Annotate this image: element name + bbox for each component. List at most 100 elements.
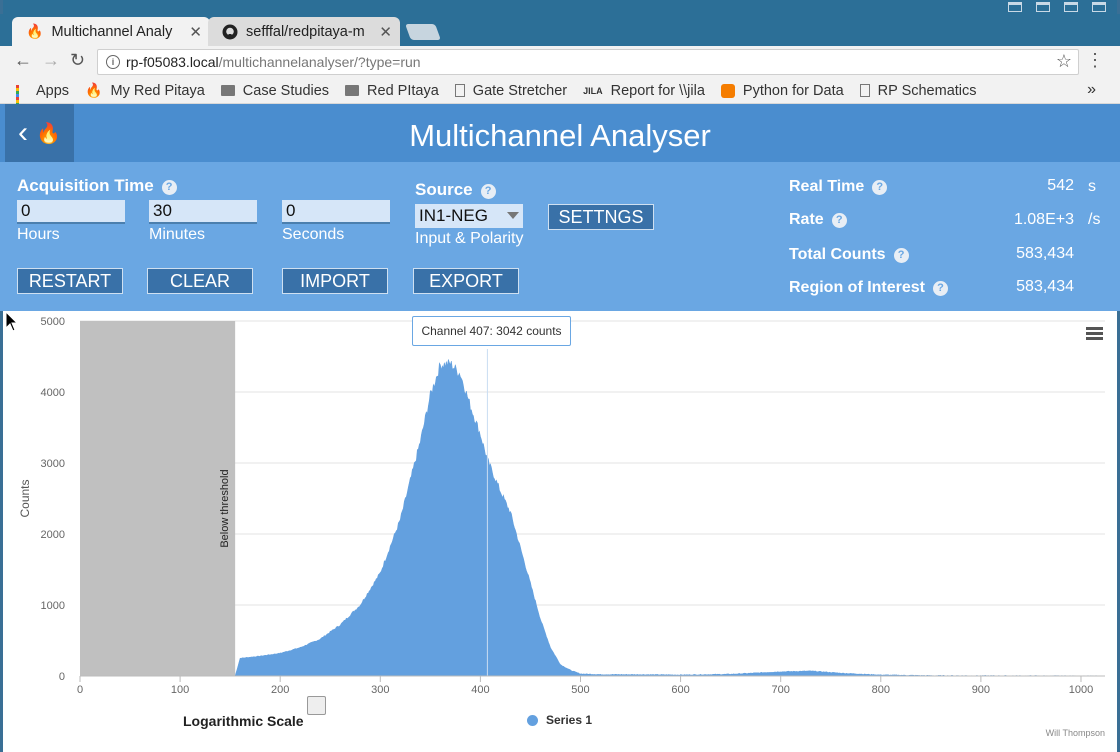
source-heading: Source? — [415, 180, 496, 200]
x-tick-label: 200 — [271, 684, 289, 696]
control-panel: Acquisition Time? Hours Minutes Seconds … — [0, 162, 1120, 311]
help-icon[interactable]: ? — [893, 248, 909, 263]
minutes-input[interactable] — [149, 200, 257, 224]
close-tab-icon[interactable]: ✕ — [189, 23, 202, 41]
x-tick-label: 600 — [671, 684, 689, 696]
export-button[interactable]: EXPORT — [413, 268, 519, 294]
restart-button[interactable]: RESTART — [17, 268, 123, 294]
app-header: ‹ 🔥 Multichannel Analyser — [0, 104, 1120, 162]
clear-button[interactable]: CLEAR — [147, 268, 253, 294]
settings-button[interactable]: SETTNGS — [548, 204, 654, 230]
log-scale-checkbox[interactable] — [307, 696, 326, 715]
total-counts-label: Total Counts? — [789, 246, 909, 264]
hours-input[interactable] — [17, 200, 125, 224]
tab-github[interactable]: sefffal/redpitaya-m ✕ — [208, 17, 400, 46]
page-icon — [454, 84, 465, 97]
x-tick-label: 800 — [872, 684, 890, 696]
close-tab-icon[interactable]: ✕ — [379, 23, 392, 41]
x-tick-label: 0 — [77, 684, 83, 696]
forward-arrow-icon[interactable]: → — [42, 50, 60, 71]
y-tick-label: 4000 — [41, 387, 65, 399]
bookmark-star-icon[interactable]: ☆ — [1056, 51, 1072, 72]
bookmark-apps[interactable]: Apps — [16, 83, 69, 112]
y-tick-label: 1000 — [41, 600, 65, 612]
seconds-label: Seconds — [282, 226, 345, 243]
help-icon[interactable]: ? — [872, 180, 888, 195]
x-tick-label: 400 — [471, 684, 489, 696]
tab-strip: 🔥 Multichannel Analy ✕ sefffal/redpitaya… — [0, 14, 1120, 46]
bookmark-gate-stretcher[interactable]: Gate Stretcher — [454, 83, 567, 99]
bookmark-jila-report[interactable]: JILA Report for \\jila — [583, 83, 705, 99]
tab-multichannel-analyser[interactable]: 🔥 Multichannel Analy ✕ — [12, 17, 210, 46]
legend-series-marker — [527, 714, 538, 726]
bookmark-case-studies[interactable]: Case Studies — [220, 83, 329, 99]
x-tick-label: 900 — [972, 684, 990, 696]
help-icon[interactable]: ? — [933, 281, 949, 296]
reload-icon[interactable]: ↻ — [70, 50, 85, 71]
browser-toolbar: ← → ↻ i rp-f05083.local/multichannelanal… — [0, 46, 1120, 78]
region-of-interest-value: 583,434 — [1016, 278, 1074, 295]
maximize-window-icon[interactable] — [1064, 2, 1078, 12]
series-1-area — [234, 359, 1097, 677]
spectrum-chart-svg[interactable]: Below threshold 0 100 200 300 400 500 600 700 800… — [5, 311, 1115, 752]
chart-menu-icon[interactable] — [1086, 327, 1103, 342]
chart-legend[interactable]: Series 1 — [527, 713, 592, 727]
site-info-icon[interactable]: i — [106, 55, 120, 69]
bookmark-python-for-data[interactable]: Python for Data — [720, 83, 844, 99]
help-icon[interactable]: ? — [161, 180, 177, 195]
bookmark-my-red-pitaya[interactable]: 🔥 My Red Pitaya — [85, 82, 205, 99]
blogger-icon — [720, 83, 735, 98]
new-tab-button[interactable] — [405, 24, 441, 40]
close-window-icon[interactable] — [1092, 2, 1106, 12]
back-arrow-icon[interactable]: ← — [14, 50, 32, 71]
minimize-window-icon[interactable] — [1036, 2, 1050, 12]
bookmark-rp-schematics[interactable]: RP Schematics — [859, 83, 977, 99]
mouse-cursor-icon — [5, 311, 19, 332]
os-titlebar — [0, 0, 1120, 14]
minutes-label: Minutes — [149, 226, 206, 243]
y-axis-label: Counts — [18, 479, 32, 517]
rate-label: Rate? — [789, 211, 847, 229]
real-time-unit: s — [1088, 178, 1096, 195]
url-host: rp-f05083.local — [126, 54, 219, 70]
x-tick-label: 700 — [772, 684, 790, 696]
more-bookmarks-button[interactable]: » — [1087, 81, 1096, 99]
github-icon — [222, 24, 238, 39]
address-bar[interactable]: i rp-f05083.local/multichannelanalyser/?… — [97, 49, 1079, 75]
window-controls — [1008, 2, 1106, 12]
source-sublabel: Input & Polarity — [415, 230, 524, 247]
apps-grid-icon — [16, 84, 28, 112]
x-tick-label: 100 — [171, 684, 189, 696]
below-threshold-label: Below threshold — [219, 469, 231, 547]
red-pitaya-flame-icon: 🔥 — [85, 82, 103, 98]
rate-unit: /s — [1088, 211, 1101, 228]
spectrum-chart[interactable]: Below threshold 0 100 200 300 400 500 600 700 800… — [5, 311, 1115, 752]
page-title: Multichannel Analyser — [409, 118, 711, 153]
x-tick-label: 300 — [371, 684, 389, 696]
seconds-input[interactable] — [282, 200, 390, 224]
folder-icon — [345, 85, 360, 96]
source-select[interactable]: IN1-NEG — [415, 204, 523, 228]
below-threshold-band — [80, 321, 236, 676]
y-tick-label: 2000 — [41, 529, 65, 541]
page-icon — [859, 84, 870, 97]
rate-value: 1.08E+3 — [1013, 211, 1074, 228]
hours-label: Hours — [17, 226, 60, 243]
import-button[interactable]: IMPORT — [282, 268, 388, 294]
help-icon[interactable]: ? — [480, 184, 496, 199]
y-tick-label: 0 — [59, 671, 65, 683]
y-tick-label: 3000 — [41, 458, 65, 470]
real-time-label: Real Time? — [789, 178, 888, 196]
red-pitaya-flame-icon: 🔥 — [26, 23, 44, 39]
browser-menu-icon[interactable]: ⋮ — [1086, 50, 1104, 71]
x-tick-label: 1000 — [1069, 684, 1093, 696]
log-scale-label: Logarithmic Scale — [183, 713, 304, 729]
region-of-interest-label: Region of Interest? — [789, 279, 949, 297]
bookmarks-bar: Apps 🔥 My Red Pitaya Case Studies Red PI… — [0, 78, 1120, 112]
minimize-window-icon[interactable] — [1008, 2, 1022, 12]
url-path: /multichannelanalyser/?type=run — [218, 54, 421, 70]
jila-icon: JILA — [583, 85, 603, 96]
help-icon[interactable]: ? — [831, 213, 847, 228]
bookmark-red-pitaya-folder[interactable]: Red PItaya — [345, 83, 439, 99]
real-time-value: 542 — [1047, 177, 1074, 194]
